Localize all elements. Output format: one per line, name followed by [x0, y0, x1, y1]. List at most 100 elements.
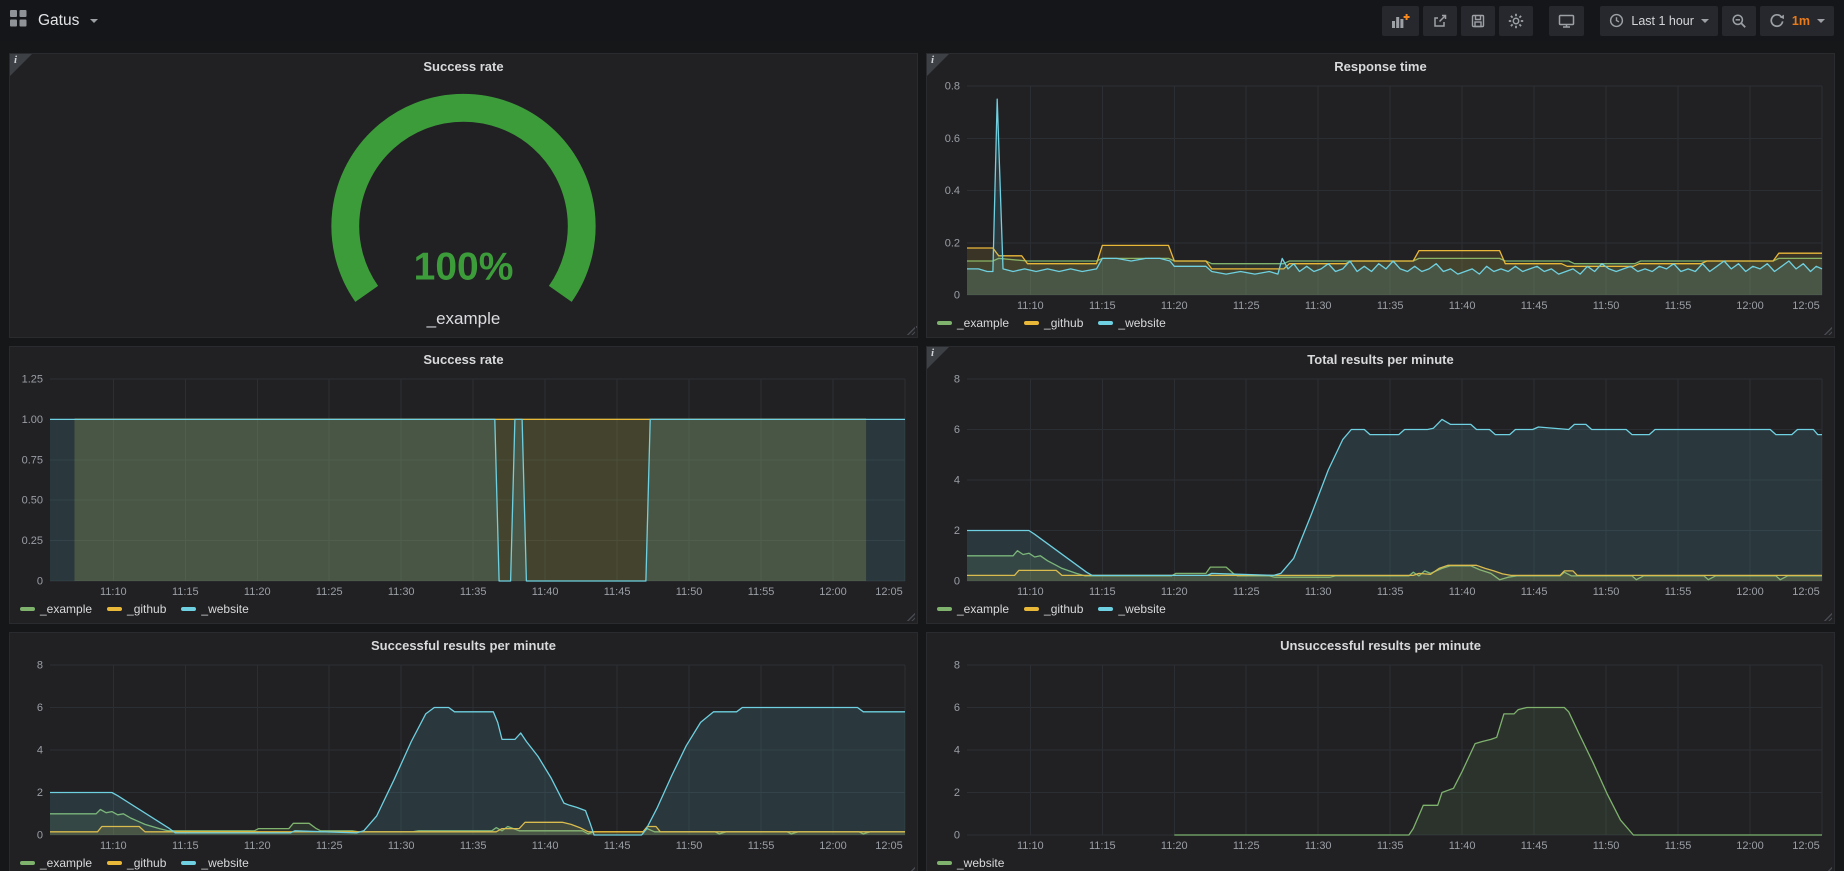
svg-text:11:15: 11:15 [1089, 586, 1116, 598]
chart-svg: 00.20.40.60.811:1011:1511:2011:2511:3011… [927, 80, 1834, 313]
legend-label: _website [1118, 316, 1165, 330]
svg-text:0.2: 0.2 [945, 237, 960, 249]
gauge-svg: 100% [10, 80, 917, 337]
navbar: Gatus [0, 0, 1844, 41]
svg-text:1.00: 1.00 [22, 414, 43, 426]
chart-legend: _example _github _website [927, 599, 1834, 623]
svg-text:11:50: 11:50 [1593, 300, 1620, 312]
svg-text:8: 8 [37, 660, 43, 672]
legend-item-_website[interactable]: _website [937, 856, 1004, 870]
legend-item-_example[interactable]: _example [20, 856, 92, 870]
svg-text:11:45: 11:45 [1521, 586, 1548, 598]
panel-title[interactable]: Unsuccessful results per minute [927, 633, 1834, 659]
svg-text:8: 8 [954, 660, 960, 672]
svg-text:11:50: 11:50 [1593, 840, 1620, 852]
svg-text:11:45: 11:45 [1521, 840, 1548, 852]
view-tools-group [1549, 6, 1584, 36]
chart-success-rate[interactable]: 00.250.500.751.001.2511:1011:1511:2011:2… [10, 373, 917, 599]
legend-item-_website[interactable]: _website [181, 602, 248, 616]
cycle-view-button[interactable] [1549, 6, 1584, 36]
legend-label: _website [957, 856, 1004, 870]
svg-text:11:35: 11:35 [1377, 840, 1404, 852]
svg-text:12:00: 12:00 [1736, 586, 1764, 598]
panel-title[interactable]: Success rate [10, 347, 917, 373]
legend-label: _github [127, 856, 166, 870]
svg-text:0: 0 [954, 576, 960, 588]
svg-text:4: 4 [954, 745, 960, 757]
apps-grid-icon[interactable] [10, 10, 27, 32]
svg-text:0.50: 0.50 [22, 495, 43, 507]
legend-item-_website[interactable]: _website [1098, 602, 1165, 616]
chart-legend: _example _github _website [10, 853, 917, 871]
legend-label: _example [957, 602, 1009, 616]
svg-text:11:25: 11:25 [316, 840, 343, 852]
panel-info-corner[interactable]: i [10, 54, 32, 76]
svg-text:11:10: 11:10 [1017, 586, 1044, 598]
panel-title[interactable]: Successful results per minute [10, 633, 917, 659]
legend-label: _example [40, 602, 92, 616]
chart-total-results[interactable]: 0246811:1011:1511:2011:2511:3011:3511:40… [927, 373, 1834, 599]
svg-text:11:20: 11:20 [1161, 300, 1188, 312]
panel-info-corner[interactable]: i [927, 54, 949, 76]
legend-item-_example[interactable]: _example [937, 602, 1009, 616]
chevron-down-icon [90, 19, 98, 23]
panel-title[interactable]: Total results per minute [927, 347, 1834, 373]
zoom-out-button[interactable] [1722, 6, 1756, 36]
search-minus-icon [1731, 13, 1747, 29]
legend-item-_github[interactable]: _github [1024, 316, 1083, 330]
dashboard-title[interactable]: Gatus [38, 12, 79, 30]
svg-text:0.25: 0.25 [22, 535, 43, 547]
svg-text:11:30: 11:30 [1305, 840, 1332, 852]
legend-color-swatch [20, 861, 35, 865]
info-icon: i [931, 54, 934, 66]
legend-item-_website[interactable]: _website [181, 856, 248, 870]
legend-item-_example[interactable]: _example [937, 316, 1009, 330]
legend-item-_github[interactable]: _github [107, 856, 166, 870]
share-button[interactable] [1423, 6, 1457, 36]
legend-label: _example [40, 856, 92, 870]
save-button[interactable] [1461, 6, 1495, 36]
svg-text:11:40: 11:40 [532, 586, 559, 598]
settings-button[interactable] [1499, 6, 1533, 36]
panel-info-corner[interactable]: i [927, 347, 949, 369]
legend-color-swatch [107, 607, 122, 611]
svg-text:11:25: 11:25 [1233, 586, 1260, 598]
legend-color-swatch [181, 861, 196, 865]
panel-title[interactable]: Success rate [10, 54, 917, 80]
svg-text:11:35: 11:35 [460, 840, 487, 852]
svg-text:11:40: 11:40 [1449, 300, 1476, 312]
svg-text:11:50: 11:50 [1593, 586, 1620, 598]
legend-item-_website[interactable]: _website [1098, 316, 1165, 330]
svg-text:12:05: 12:05 [1792, 586, 1820, 598]
svg-text:11:30: 11:30 [1305, 586, 1332, 598]
chart-svg: 0246811:1011:1511:2011:2511:3011:3511:40… [927, 373, 1834, 599]
legend-item-_github[interactable]: _github [107, 602, 166, 616]
svg-text:11:30: 11:30 [1305, 300, 1332, 312]
legend-item-_github[interactable]: _github [1024, 602, 1083, 616]
svg-text:12:05: 12:05 [1792, 300, 1820, 312]
chart-successful-results[interactable]: 0246811:1011:1511:2011:2511:3011:3511:40… [10, 659, 917, 853]
chart-unsuccessful-results[interactable]: 0246811:1011:1511:2011:2511:3011:3511:40… [927, 659, 1834, 853]
svg-text:11:55: 11:55 [1665, 586, 1692, 598]
refresh-picker[interactable]: 1m [1760, 6, 1834, 36]
legend-label: _website [201, 856, 248, 870]
panel-title[interactable]: Response time [927, 54, 1834, 80]
svg-text:11:30: 11:30 [388, 840, 415, 852]
svg-text:0.6: 0.6 [945, 133, 960, 145]
svg-text:0: 0 [954, 830, 960, 842]
svg-text:0.4: 0.4 [945, 185, 960, 197]
navbar-left: Gatus [10, 10, 98, 32]
add-panel-button[interactable] [1382, 6, 1419, 36]
svg-text:11:55: 11:55 [1665, 840, 1692, 852]
svg-text:11:25: 11:25 [316, 586, 343, 598]
svg-text:11:15: 11:15 [172, 586, 199, 598]
svg-text:0.8: 0.8 [945, 81, 960, 93]
chart-response-time[interactable]: 00.20.40.60.811:1011:1511:2011:2511:3011… [927, 80, 1834, 313]
time-tools-group: Last 1 hour 1m [1600, 6, 1834, 36]
svg-text:6: 6 [954, 424, 960, 436]
time-range-picker[interactable]: Last 1 hour [1600, 6, 1718, 36]
svg-text:0.75: 0.75 [22, 454, 43, 466]
svg-text:12:05: 12:05 [875, 586, 903, 598]
legend-label: _github [1044, 316, 1083, 330]
legend-item-_example[interactable]: _example [20, 602, 92, 616]
